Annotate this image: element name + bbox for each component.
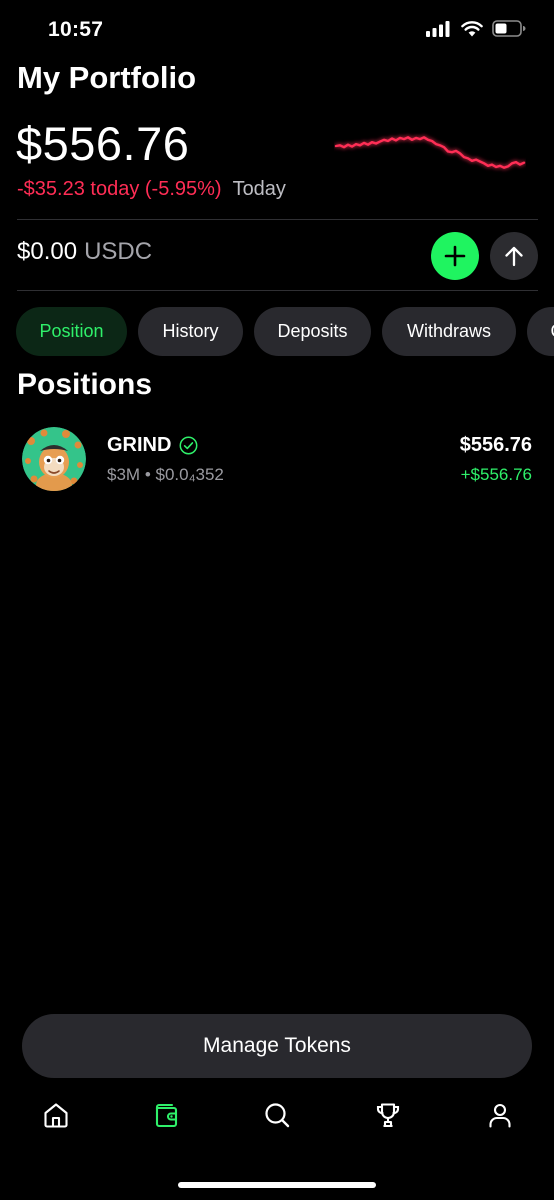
usdc-amount: $0.00 (17, 238, 78, 265)
token-meta: $3M • $0.0₄352 (107, 465, 224, 485)
home-indicator (178, 1182, 376, 1188)
token-price: $0.0₄352 (155, 465, 224, 484)
nav-home[interactable] (31, 1090, 81, 1140)
search-icon (265, 1103, 290, 1128)
usdc-balance-row: $0.00 USDC (17, 238, 152, 266)
divider (17, 219, 538, 220)
daily-change-value: -$35.23 today (-5.95%) (17, 178, 222, 200)
token-name-row: GRIND (107, 434, 198, 457)
grind-token-logo-icon (22, 427, 86, 491)
bottom-nav (0, 1090, 554, 1140)
nav-wallet[interactable] (142, 1090, 192, 1140)
portfolio-sparkline (334, 136, 526, 169)
position-value: $556.76 (459, 434, 532, 456)
usdc-currency: USDC (84, 238, 153, 265)
status-icons (426, 20, 526, 37)
status-bar: 10:57 (0, 0, 554, 60)
nav-search[interactable] (252, 1090, 302, 1140)
meta-separator: • (144, 465, 151, 484)
status-time: 10:57 (48, 18, 104, 41)
position-change: +$556.76 (460, 465, 532, 484)
verified-check-icon (180, 436, 198, 455)
page-title: My Portfolio (17, 60, 197, 95)
token-symbol: GRIND (107, 434, 172, 456)
tab-position[interactable]: Position (16, 307, 127, 356)
nav-profile[interactable] (475, 1090, 525, 1140)
trophy-icon (376, 1103, 400, 1128)
tab-deposits[interactable]: Deposits (254, 307, 371, 356)
positions-title: Positions (17, 368, 153, 401)
portfolio-screen: 10:57 My Portfolio $556.76 -$35.23 today (0, 0, 554, 1200)
portfolio-balance: $556.76 (16, 117, 190, 170)
tab-withdraws[interactable]: Withdraws (382, 307, 516, 356)
daily-change-row: -$35.23 today (-5.95%) Today (17, 178, 286, 201)
portfolio-tabs: Position History Deposits Withdraws C (16, 307, 554, 356)
nav-leaderboard[interactable] (363, 1090, 413, 1140)
token-market-cap: $3M (107, 465, 141, 484)
divider (17, 290, 538, 291)
change-period-label: Today (232, 178, 286, 200)
profile-icon (489, 1103, 511, 1128)
token-avatar (22, 427, 86, 491)
tab-more[interactable]: C (527, 307, 554, 356)
sparkline-line (334, 136, 526, 169)
battery-icon (492, 20, 526, 37)
manage-tokens-button[interactable]: Manage Tokens (22, 1014, 532, 1078)
tab-history[interactable]: History (138, 307, 243, 356)
cellular-signal-icon (426, 20, 450, 37)
plus-icon (444, 245, 466, 267)
add-funds-button[interactable] (431, 232, 479, 280)
wifi-icon (461, 20, 483, 36)
home-icon (44, 1103, 68, 1128)
wallet-icon (155, 1103, 178, 1128)
send-button[interactable] (490, 232, 538, 280)
arrow-up-icon (505, 246, 523, 267)
position-row-grind[interactable]: GRIND $3M • $0.0₄352 $556.76 +$556.76 (22, 427, 534, 493)
